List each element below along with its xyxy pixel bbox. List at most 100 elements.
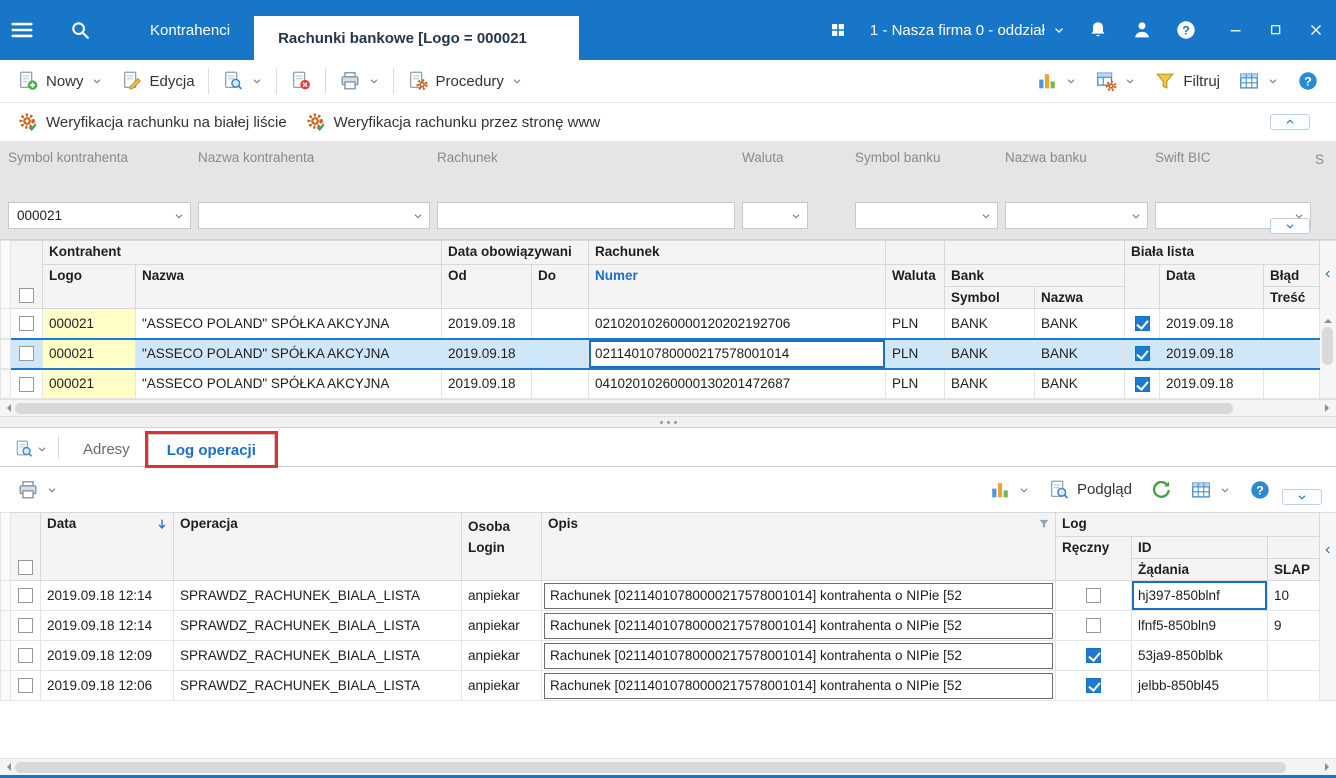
detail-layout-button[interactable] — [1181, 473, 1240, 507]
column-header-blad[interactable]: Błąd — [1263, 264, 1320, 287]
hamburger-menu-icon[interactable] — [0, 0, 44, 60]
cell-numer[interactable]: 04102010260000130201472687 — [588, 368, 886, 399]
cell-slap[interactable] — [1266, 640, 1321, 671]
row-select-checkbox[interactable] — [18, 618, 33, 634]
column-header-waluta[interactable]: Waluta — [885, 264, 945, 309]
row-select-checkbox[interactable] — [19, 346, 34, 362]
cell-logo[interactable]: 000021 — [42, 308, 136, 339]
nazwa-kontrahenta-select[interactable] — [198, 202, 430, 229]
column-header-numer[interactable]: Numer — [588, 264, 886, 309]
detail-search-button[interactable] — [6, 439, 56, 459]
preview-button[interactable]: Podgląd — [1039, 473, 1141, 507]
cell-nazwa[interactable]: "ASSECO POLAND" SPÓŁKA AKCYJNA — [135, 308, 442, 339]
column-header-od[interactable]: Od — [441, 264, 532, 309]
group-header-rachunek[interactable]: Rachunek — [588, 240, 886, 265]
select-all-checkbox[interactable] — [19, 288, 34, 303]
cell-nazwa[interactable]: "ASSECO POLAND" SPÓŁKA AKCYJNA — [135, 368, 442, 399]
row-select-checkbox[interactable] — [18, 648, 33, 664]
column-header-reczny[interactable]: Ręczny — [1055, 536, 1132, 581]
column-header-biala-lista-check[interactable] — [1124, 264, 1160, 309]
grid-settings-button[interactable] — [1086, 64, 1145, 98]
tab-log-operacji[interactable]: Log operacji — [144, 431, 278, 468]
cell-data[interactable]: 2019.09.18 12:09 — [40, 640, 174, 671]
cell-od[interactable]: 2019.09.18 — [441, 368, 532, 399]
cell-login[interactable]: anpiekar — [461, 580, 542, 611]
column-filter-icon[interactable] — [1037, 517, 1051, 531]
column-header-osoba-login[interactable]: Osoba Login — [461, 512, 542, 581]
symbol-banku-select[interactable] — [855, 202, 998, 229]
reczny-checkbox[interactable] — [1086, 678, 1101, 694]
detail-print-button[interactable] — [8, 473, 67, 507]
cell-od[interactable]: 2019.09.18 — [441, 308, 532, 339]
panel-splitter[interactable] — [0, 416, 1336, 428]
apps-grid-icon[interactable] — [816, 0, 860, 60]
cell-do[interactable] — [531, 368, 589, 399]
sort-descending-icon[interactable] — [155, 517, 169, 531]
log-hscrollbar[interactable] — [0, 758, 1336, 775]
cell-blad-tresc[interactable] — [1263, 368, 1320, 399]
biala-lista-checkbox[interactable] — [1134, 346, 1150, 362]
column-header-tresc[interactable]: Treść — [1263, 286, 1320, 309]
cell-data[interactable]: 2019.09.18 12:06 — [40, 670, 174, 701]
row-select-cell[interactable] — [10, 368, 43, 399]
column-header-data[interactable]: Data — [1159, 264, 1264, 309]
tab-kontrahenci[interactable]: Kontrahenci — [126, 0, 254, 60]
column-header-do[interactable]: Do — [531, 264, 589, 309]
maximize-button[interactable] — [1256, 0, 1296, 60]
cell-id-zadania[interactable]: 53ja9-850blbk — [1131, 640, 1268, 671]
row-select-checkbox[interactable] — [19, 316, 34, 332]
cell-numer[interactable]: 02102010260000120202192706 — [588, 308, 886, 339]
cell-slap[interactable]: 9 — [1266, 610, 1321, 641]
global-search-icon[interactable] — [58, 0, 102, 60]
help-icon[interactable] — [1164, 0, 1208, 60]
row-select-checkbox[interactable] — [18, 678, 33, 694]
cell-do[interactable] — [531, 337, 589, 370]
scroll-left-arrow[interactable] — [3, 763, 11, 771]
detail-help-button[interactable] — [1240, 473, 1280, 507]
cell-bank-nazwa[interactable]: BANK — [1034, 368, 1125, 399]
cell-od[interactable]: 2019.09.18 — [441, 337, 532, 370]
row-select-cell[interactable] — [10, 337, 43, 370]
cell-login[interactable]: anpiekar — [461, 670, 542, 701]
cell-reczny[interactable] — [1055, 610, 1132, 641]
select-all-checkbox[interactable] — [18, 560, 33, 575]
column-header-nazwa[interactable]: Nazwa — [135, 264, 442, 309]
column-header-id[interactable]: ID — [1131, 536, 1268, 559]
cell-operacja[interactable]: SPRAWDZ_RACHUNEK_BIALA_LISTA — [173, 640, 462, 671]
cell-id-zadania[interactable]: jelbb-850bl45 — [1131, 670, 1268, 701]
expand-filter-panel-button[interactable] — [1270, 218, 1310, 234]
scroll-right-arrow[interactable] — [1325, 763, 1333, 771]
biala-lista-checkbox[interactable] — [1134, 376, 1150, 392]
row-select-cell[interactable] — [10, 308, 43, 339]
user-profile-icon[interactable] — [1120, 0, 1164, 60]
cell-logo[interactable]: 000021 — [42, 337, 136, 370]
cell-bank-symbol[interactable]: BANK — [944, 337, 1035, 370]
collapse-detail-toolbar-button[interactable] — [1282, 488, 1322, 505]
cell-slap[interactable]: 10 — [1266, 580, 1321, 611]
cell-blad-tresc[interactable] — [1263, 337, 1320, 370]
select-all-header[interactable] — [10, 512, 41, 581]
row-select-cell[interactable] — [10, 670, 41, 701]
group-header-log[interactable]: Log — [1054, 512, 1321, 537]
tab-adresy[interactable]: Adresy — [65, 433, 148, 466]
cell-operacja[interactable]: SPRAWDZ_RACHUNEK_BIALA_LISTA — [173, 610, 462, 641]
cell-biala-lista[interactable] — [1124, 337, 1160, 370]
new-button[interactable]: Nowy — [8, 64, 112, 98]
reczny-checkbox[interactable] — [1086, 648, 1101, 664]
tab-rachunki-bankowe[interactable]: Rachunki bankowe [Logo = 000021 — [254, 16, 580, 60]
cell-reczny[interactable] — [1055, 670, 1132, 701]
scroll-left-arrow[interactable] — [3, 404, 11, 412]
row-select-cell[interactable] — [10, 580, 41, 611]
print-button[interactable] — [330, 64, 389, 98]
find-record-button[interactable] — [213, 64, 272, 98]
cell-opis[interactable]: Rachunek [02114010780000217578001014] ko… — [541, 610, 1056, 641]
group-header-bank[interactable]: Bank — [944, 264, 1125, 287]
group-header-kontrahent[interactable]: Kontrahent — [42, 240, 442, 265]
vscroll-up-arrow[interactable] — [1324, 315, 1332, 323]
cell-nazwa[interactable]: "ASSECO POLAND" SPÓŁKA AKCYJNA — [135, 337, 442, 370]
cell-data[interactable]: 2019.09.18 — [1159, 337, 1264, 370]
cell-bank-nazwa[interactable]: BANK — [1034, 337, 1125, 370]
hscroll-thumb[interactable] — [15, 402, 1234, 414]
collapse-fixed-band-icon[interactable] — [1320, 539, 1336, 561]
column-header-bank-nazwa[interactable]: Nazwa — [1034, 286, 1125, 309]
